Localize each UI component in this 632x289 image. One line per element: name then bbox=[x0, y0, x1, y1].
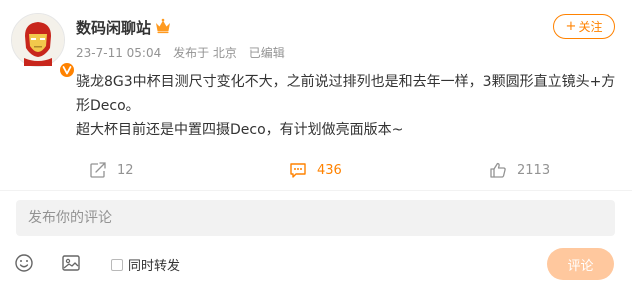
follow-button[interactable]: + 关注 bbox=[553, 14, 615, 39]
comment-icon bbox=[290, 163, 306, 178]
plus-icon: + bbox=[565, 19, 577, 34]
crown-icon[interactable] bbox=[154, 17, 172, 35]
repost-button[interactable]: 12 bbox=[89, 155, 134, 185]
author-name[interactable]: 数码闲聊站 bbox=[76, 17, 151, 38]
avatar[interactable] bbox=[11, 13, 75, 78]
post-time[interactable]: 23-7-11 05:04 bbox=[76, 46, 161, 60]
checkbox[interactable] bbox=[111, 258, 123, 271]
emoji-icon[interactable] bbox=[14, 253, 34, 273]
image-icon[interactable] bbox=[61, 253, 81, 273]
comment-button[interactable]: 436 bbox=[289, 155, 342, 185]
post-meta: 23-7-11 05:04 发布于 北京 已编辑 bbox=[76, 44, 293, 61]
repost-count: 12 bbox=[117, 162, 134, 178]
verified-v-icon bbox=[59, 62, 75, 78]
post-paragraph: 超大杯目前还是中置四摄Deco，有计划做亮面版本~ bbox=[76, 122, 404, 138]
post-location: 发布于 北京 bbox=[173, 46, 237, 60]
iron-man-avatar-icon bbox=[12, 14, 64, 66]
submit-comment-button[interactable]: 评论 bbox=[547, 248, 614, 280]
post-text: 骁龙8G3中杯目测尺寸变化不大，之前说过排列也是和去年一样，3颗圆形直立镜头+方… bbox=[76, 70, 616, 142]
edited-label: 已编辑 bbox=[248, 46, 285, 60]
post-paragraph: 骁龙8G3中杯目测尺寸变化不大，之前说过排列也是和去年一样，3颗圆形直立镜头+方… bbox=[76, 74, 616, 114]
thumbs-up-icon bbox=[490, 162, 506, 178]
comment-input[interactable] bbox=[16, 200, 615, 236]
repost-also-label: 同时转发 bbox=[128, 259, 181, 274]
repost-also-checkbox[interactable]: 同时转发 bbox=[111, 255, 180, 274]
divider bbox=[0, 190, 632, 191]
comment-count: 436 bbox=[317, 162, 342, 178]
like-count: 2113 bbox=[517, 162, 551, 178]
follow-label: 关注 bbox=[578, 20, 603, 34]
post-card: 数码闲聊站 23-7-11 05:04 发布于 北京 已编辑 + 关注 骁龙8G… bbox=[0, 0, 632, 289]
repost-icon bbox=[90, 162, 106, 178]
like-button[interactable]: 2113 bbox=[489, 155, 550, 185]
action-bar: 12 436 2113 bbox=[0, 155, 632, 185]
